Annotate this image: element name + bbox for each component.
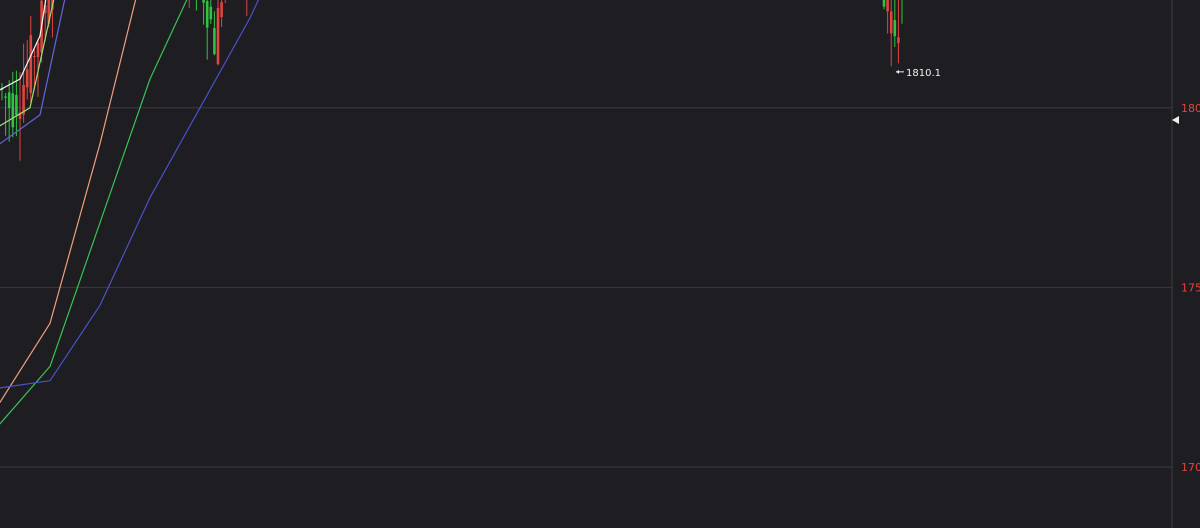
ma-line-2 [0,0,55,127]
ma-line-5 [0,0,188,425]
candle-body [889,11,893,34]
candle-body [22,84,25,115]
candle [213,11,216,56]
chart-area: 2076.21987.322009.091810.1 1701751801851… [0,0,1200,528]
candle-body [205,1,209,28]
price-cursor-marker [1172,116,1179,124]
candle [202,0,205,25]
candle [7,80,11,142]
candle-body [15,94,18,116]
ma-line-6 [0,0,260,389]
candle-body [220,2,223,18]
candle-body [893,20,897,37]
y-tick-170: 170 [1181,461,1200,474]
candlestick-chart: 2076.21987.322009.091810.1 1701751801851… [0,0,1200,528]
candle-body [25,69,29,88]
moving-averages [0,0,260,425]
candle [897,0,900,64]
candle-body [36,42,40,58]
candle [195,0,197,11]
candle [886,0,889,34]
candle [209,0,213,24]
candle-body [4,96,7,98]
candle [220,0,223,28]
candle [25,40,29,100]
candle [216,0,220,66]
candle [882,0,886,10]
y-tick-180: 180 [1181,102,1200,115]
y-tick-175: 175 [1181,281,1200,294]
candle-body [886,0,889,12]
candle [18,72,22,161]
price-axis: 170175180185190195200205 [1171,0,1200,528]
candle-body [202,0,205,3]
annotation-arrow-icon [896,69,899,74]
candle [889,0,893,67]
candle-body [216,7,220,65]
candle-body [33,56,36,58]
candle [246,0,248,17]
candle-body [11,93,15,128]
candle [893,0,897,47]
candle-body [7,92,11,109]
candle-body [882,0,886,7]
candle [224,0,226,3]
ma-line-1 [0,0,47,91]
candle-body [213,28,216,55]
ma-line-3 [0,0,66,145]
candle [4,93,7,136]
candle [901,0,903,24]
price-annotations: 2076.21987.322009.091810.1 [896,68,941,79]
candle [0,83,4,101]
candle [29,15,33,103]
candlesticks [0,0,907,161]
candle-body [209,6,213,20]
grid [0,107,1172,468]
annotation-label: 1810.1 [906,68,941,79]
candle [188,0,190,8]
candle [205,0,209,60]
candle-body [897,37,900,44]
candle-body [29,35,33,93]
